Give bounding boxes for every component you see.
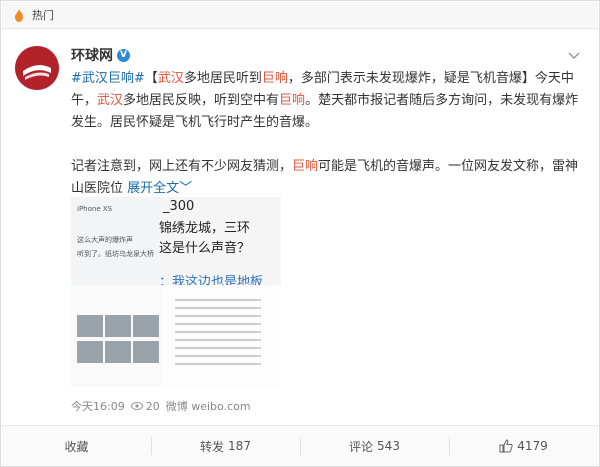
avatar[interactable] [15,46,59,90]
action-bar: 收藏 转发 187 评论 543 4179 [2,425,598,466]
photo-thumb [133,315,159,337]
chevron-down-icon[interactable] [567,46,581,60]
comment-count: 543 [377,439,400,453]
image-tile-article [163,285,281,387]
text-line [175,347,261,349]
comment-button[interactable]: 评论 543 [300,426,449,466]
image-text: 锦绣龙城，三环 [159,221,251,236]
keyword-highlight[interactable]: 巨响 [262,71,288,86]
photo-thumb [133,341,159,363]
image-text: _300 [163,199,195,214]
image-tile-message: _300 锦绣龙城，三环 这是什么声音？ ：我这边也是地板 [159,197,281,290]
view-count: 20 [145,399,160,413]
account-name-text[interactable]: 环球网 [71,45,113,65]
post-meta: 今天16:09 20 微博 weibo.com [71,398,251,414]
post-text-segment: 记者注意到，网上还有不少网友猜测， [71,159,293,174]
post-text-segment: 多地居民反映，听到空中有 [123,93,280,108]
image-text: 这么大声的爆炸声 [77,236,133,244]
keyword-highlight[interactable]: 武汉 [97,93,123,108]
text-line [175,307,261,309]
photo-thumb [105,341,131,363]
text-line [175,339,261,341]
thumbs-up-icon [499,439,513,453]
post-paragraph-2: 记者注意到，网上还有不少网友猜测，巨响可能是飞机的音爆声。一位网友发文称，雷神山… [71,156,581,200]
repost-button[interactable]: 转发 187 [151,426,300,466]
photo-thumb [105,315,131,337]
eye-icon [130,401,143,411]
post-source[interactable]: 微博 weibo.com [166,398,251,414]
post-time[interactable]: 今天16:09 [71,398,125,414]
account-name[interactable]: 环球网 V [71,45,130,65]
image-text: 听到了。纸坊乌龙泉大桥 [77,250,154,258]
post-link[interactable]: 展开全文﹀ [127,181,192,196]
image-text: iPhone XS [77,205,113,213]
post-text-segment: 多地居民听到 [183,71,262,86]
like-button[interactable]: 4179 [449,426,598,466]
weibo-card: 热门 环球网 V #武汉巨响#【武汉多地居民听到巨响，多部门表示未发现爆炸，疑是… [0,0,600,467]
keyword-highlight[interactable]: 巨响 [279,93,305,108]
text-line [175,323,261,325]
favorite-button[interactable]: 收藏 [2,426,151,466]
post-text: #武汉巨响#【武汉多地居民听到巨响，多部门表示未发现爆炸，疑是飞机音爆】今天中午… [71,68,581,200]
post-paragraph-1: #武汉巨响#【武汉多地居民听到巨响，多部门表示未发现爆炸，疑是飞机音爆】今天中午… [71,68,581,134]
image-text: 这是什么声音？ [159,241,251,256]
text-line [175,355,261,357]
hot-topbar: 热门 [2,2,598,29]
text-line [175,315,261,317]
text-line [175,363,261,365]
favorite-label: 收藏 [64,439,89,454]
post-text-segment: 【 [144,71,158,86]
like-count: 4179 [517,439,548,453]
post-link[interactable]: #武汉巨响# [71,71,145,86]
text-line [175,331,261,333]
repost-count: 187 [228,439,251,453]
post-image[interactable]: iPhone XS 这么大声的爆炸声 听到了。纸坊乌龙泉大桥 _300 锦绣龙城… [71,197,281,387]
verified-icon: V [117,48,130,62]
text-line [175,299,261,301]
image-tile-photos [71,285,163,387]
keyword-highlight[interactable]: 武汉 [158,71,184,86]
photo-thumb [77,341,103,363]
keyword-highlight[interactable]: 巨响 [292,159,318,174]
repost-label: 转发 [200,439,225,454]
comment-label: 评论 [349,439,374,454]
flame-icon [14,8,26,22]
image-tile-chat: iPhone XS 这么大声的爆炸声 听到了。纸坊乌龙泉大桥 [71,197,171,287]
hot-label: 热门 [32,9,54,22]
photo-thumb [77,315,103,337]
